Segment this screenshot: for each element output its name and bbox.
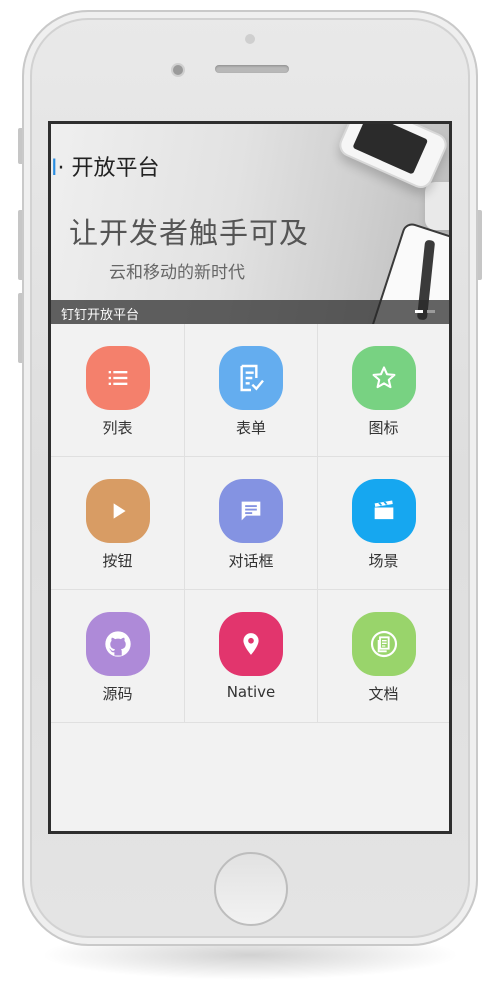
- grid-item-label: 图标: [368, 419, 399, 437]
- earpiece-speaker: [215, 65, 289, 73]
- star-icon: [351, 346, 416, 410]
- grid-item-form[interactable]: 表单: [185, 324, 318, 457]
- front-camera: [245, 34, 255, 44]
- brand-text: · 开放平台: [57, 156, 160, 181]
- grid-item-scene[interactable]: 场景: [318, 457, 449, 590]
- app-screen: I· 开放平台 让开发者触手可及 云和移动的新时代 钉钉开放平台 列表 表单 图…: [48, 121, 452, 834]
- grid-item-list[interactable]: 列表: [51, 324, 185, 457]
- grid-item-dialog[interactable]: 对话框: [185, 457, 318, 590]
- banner-caption: 钉钉开放平台: [61, 308, 140, 323]
- carousel-dot-1[interactable]: [415, 310, 423, 313]
- list-icon: [85, 346, 150, 410]
- grid-item-label: 列表: [102, 419, 133, 437]
- banner-subline: 云和移动的新时代: [109, 263, 245, 283]
- grid-item-docs[interactable]: 文档: [318, 590, 449, 723]
- grid-item-label: Native: [226, 683, 276, 701]
- grid-item-source[interactable]: 源码: [51, 590, 185, 723]
- grid-item-icons[interactable]: 图标: [318, 324, 449, 457]
- grid-item-label: 场景: [368, 552, 399, 570]
- banner-headline: 让开发者触手可及: [69, 216, 310, 250]
- banner-caption-bar: 钉钉开放平台: [51, 300, 449, 324]
- banner-decoration: [425, 182, 449, 230]
- feature-grid: 列表 表单 图标 按钮 对话框 场景 源码 Native 文档: [51, 324, 449, 723]
- location-pin-icon: [219, 612, 283, 676]
- grid-item-button[interactable]: 按钮: [51, 457, 185, 590]
- banner-brand: I· 开放平台: [51, 150, 160, 182]
- form-icon: [219, 346, 283, 410]
- carousel-indicator: [415, 310, 435, 313]
- banner-carousel[interactable]: I· 开放平台 让开发者触手可及 云和移动的新时代 钉钉开放平台: [51, 124, 449, 324]
- grid-item-label: 按钮: [102, 552, 133, 570]
- grid-item-label: 文档: [368, 685, 399, 703]
- play-icon: [85, 479, 150, 543]
- carousel-dot-2[interactable]: [427, 310, 435, 313]
- grid-item-label: 表单: [235, 419, 266, 437]
- grid-item-label: 对话框: [228, 552, 274, 570]
- chat-icon: [219, 479, 283, 543]
- clapboard-icon: [351, 479, 416, 543]
- grid-item-label: 源码: [102, 685, 133, 703]
- document-icon: [351, 612, 416, 676]
- grid-item-native[interactable]: Native: [185, 590, 318, 723]
- github-icon: [85, 612, 150, 676]
- proximity-sensor: [171, 63, 185, 77]
- home-button[interactable]: [214, 852, 288, 926]
